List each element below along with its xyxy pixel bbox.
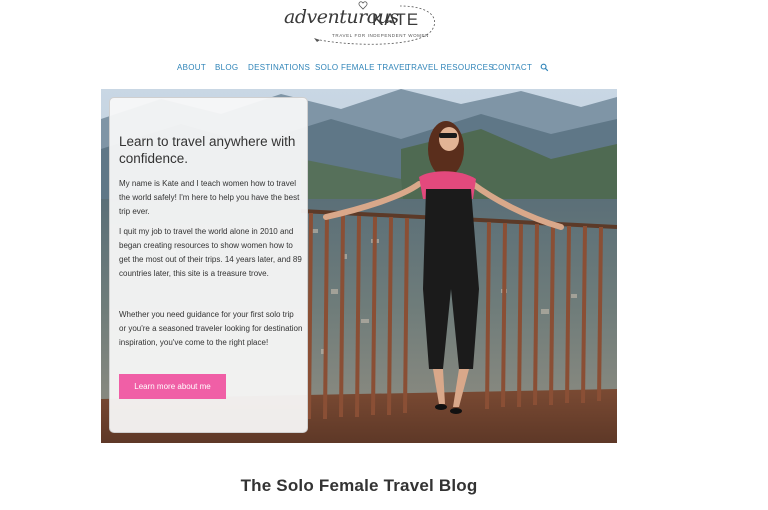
hero-title: Learn to travel anywhere with confidence… [119,134,296,166]
section-title: The Solo Female Travel Blog [240,476,478,495]
nav-item-about[interactable]: ABOUT [177,63,206,72]
logo-name-text: KATE [372,10,420,29]
hero-paragraph-3: Whether you need guidance for your first… [119,310,303,347]
nav-item-solo-female-travel[interactable]: SOLO FEMALE TRAVEL [315,63,409,72]
site-logo[interactable]: adventurous KATE TRAVEL FOR INDEPENDENT … [280,0,440,50]
nav-item-destinations[interactable]: DESTINATIONS [248,63,310,72]
nav-item-travel-resources[interactable]: TRAVEL RESOURCES [406,63,494,72]
learn-more-button[interactable]: Learn more about me [119,374,226,399]
hero-paragraph-2: I quit my job to travel the world alone … [119,227,302,278]
main-navigation: ABOUT BLOG DESTINATIONS SOLO FEMALE TRAV… [0,63,768,75]
search-icon[interactable] [540,63,549,72]
nav-item-blog[interactable]: BLOG [215,63,238,72]
hero-paragraph-1: My name is Kate and I teach women how to… [119,179,300,216]
nav-item-contact[interactable]: CONTACT [492,63,532,72]
hero-intro-card: Learn to travel anywhere with confidence… [109,97,308,433]
logo-tagline: TRAVEL FOR INDEPENDENT WOMEN [332,33,429,38]
